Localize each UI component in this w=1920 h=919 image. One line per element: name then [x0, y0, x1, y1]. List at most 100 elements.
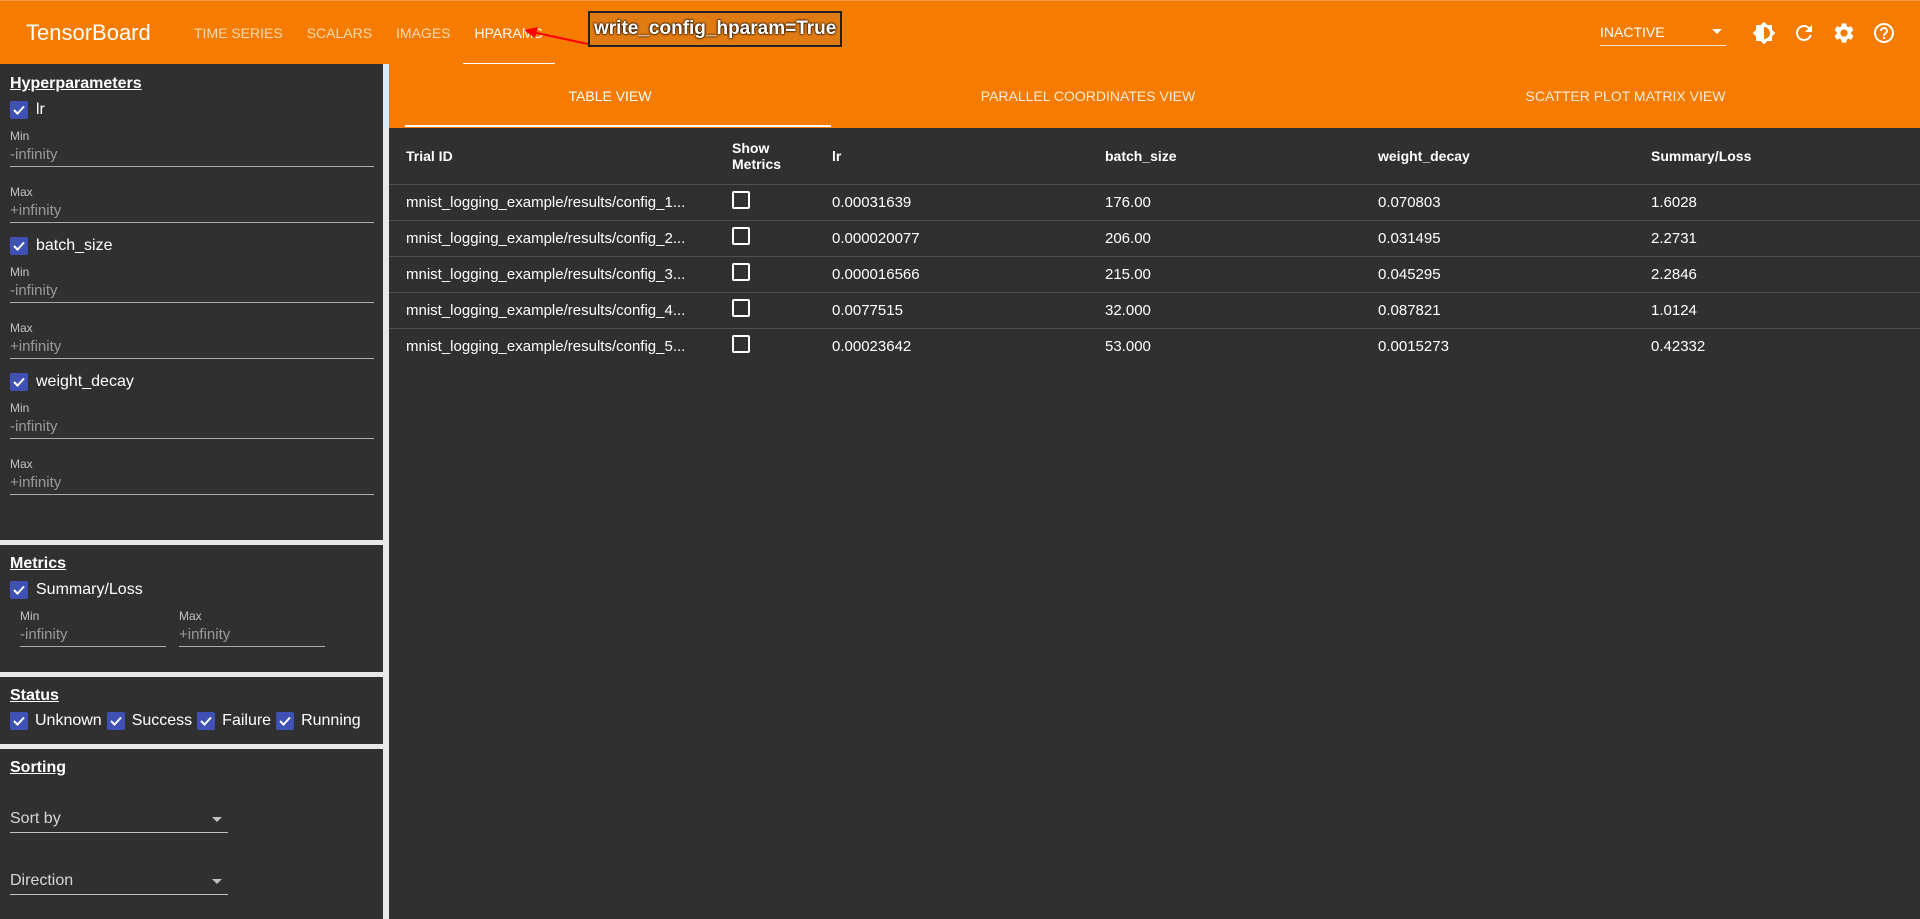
cell-batch-size: 176.00: [1105, 184, 1378, 221]
cell-lr: 0.00023642: [832, 328, 1105, 364]
header-summary-loss[interactable]: Summary/Loss: [1651, 128, 1920, 185]
refresh-icon[interactable]: [1784, 13, 1824, 53]
cell-batch-size: 206.00: [1105, 220, 1378, 257]
trials-table: Trial ID Show Metrics lr batch_size weig…: [389, 128, 1920, 364]
show-metrics-checkbox[interactable]: [732, 256, 832, 293]
app-title: TensorBoard: [26, 19, 151, 45]
min-label: Min: [10, 129, 30, 143]
metric-label: Summary/Loss: [36, 581, 143, 598]
cell-summary-loss: 0.42332: [1651, 328, 1920, 364]
tab-parallel-coordinates-view[interactable]: PARALLEL COORDINATES VIEW: [831, 64, 1345, 128]
cell-lr: 0.0077515: [832, 292, 1105, 329]
metrics-title: Metrics: [10, 555, 67, 572]
cell-summary-loss: 2.2846: [1651, 256, 1920, 293]
trials-table-container: Trial ID Show Metrics lr batch_size weig…: [389, 128, 1920, 364]
min-input[interactable]: -infinity: [10, 281, 374, 303]
status-running-checkbox[interactable]: [276, 712, 295, 730]
table-row: mnist_logging_example/results/config_4..…: [389, 292, 1920, 329]
direction-select[interactable]: Direction: [10, 871, 228, 895]
dropdown-arrow-icon: [212, 878, 222, 884]
metric-range: Min -infinity Max +infinity: [10, 609, 373, 647]
checkbox-unchecked-icon: [732, 299, 750, 318]
max-label: Max: [10, 321, 33, 335]
cell-weight-decay: 0.031495: [1378, 220, 1651, 257]
filter-sidebar: Hyperparameters lr Min -infinity Max +in…: [0, 64, 383, 919]
nav-tab-time-series[interactable]: TIME SERIES: [182, 1, 295, 65]
max-input[interactable]: +infinity: [179, 625, 325, 647]
metrics-section: Metrics Summary/Loss Min -infinity Max +…: [0, 545, 383, 647]
checkbox-checked-icon: [10, 373, 28, 391]
settings-icon[interactable]: [1824, 13, 1864, 53]
max-input[interactable]: +infinity: [10, 337, 374, 359]
top-app-bar: TensorBoard TIME SERIES SCALARS IMAGES H…: [0, 0, 1920, 65]
checkbox-checked-icon: [10, 101, 28, 119]
checkbox-unchecked-icon: [732, 191, 750, 210]
annotation-arrow-icon: [524, 27, 589, 45]
hparam-label: batch_size: [36, 237, 113, 254]
show-metrics-checkbox[interactable]: [732, 328, 832, 364]
metric-min: Min -infinity: [20, 609, 179, 647]
status-label: Running: [301, 712, 361, 729]
sorting-title: Sorting: [10, 759, 66, 776]
brightness-icon[interactable]: [1744, 13, 1784, 53]
cell-trial-id: mnist_logging_example/results/config_4..…: [389, 292, 732, 329]
max-input[interactable]: +infinity: [10, 201, 374, 223]
header-show-metrics: Show Metrics: [732, 128, 832, 185]
metric-max: Max +infinity: [179, 609, 338, 647]
status-success-checkbox[interactable]: [106, 712, 125, 730]
show-metrics-checkbox[interactable]: [732, 220, 832, 257]
header-batch-size[interactable]: batch_size: [1105, 128, 1378, 185]
status-failure-checkbox[interactable]: [197, 712, 216, 730]
checkbox-unchecked-icon: [732, 227, 750, 246]
plugin-select[interactable]: INACTIVE: [1600, 20, 1726, 46]
nav-tab-images[interactable]: IMAGES: [384, 1, 462, 65]
tab-table-view[interactable]: TABLE VIEW: [389, 64, 831, 128]
min-label: Min: [10, 265, 30, 279]
checkbox-unchecked-icon: [732, 263, 750, 282]
tab-scatter-plot-matrix-view[interactable]: SCATTER PLOT MATRIX VIEW: [1345, 64, 1906, 128]
metric-checkbox-summary-loss[interactable]: Summary/Loss: [10, 579, 373, 601]
header-weight-decay[interactable]: weight_decay: [1378, 128, 1651, 185]
header-lr[interactable]: lr: [832, 128, 1105, 185]
cell-trial-id: mnist_logging_example/results/config_2..…: [389, 220, 732, 257]
min-input[interactable]: -infinity: [10, 145, 374, 167]
min-input[interactable]: -infinity: [20, 625, 166, 647]
table-row: mnist_logging_example/results/config_2..…: [389, 220, 1920, 257]
min-label: Min: [10, 401, 30, 415]
hparam-weight-decay-min: Min -infinity: [10, 401, 374, 439]
sort-by-label: Sort by: [10, 810, 61, 827]
nav-tab-scalars[interactable]: SCALARS: [295, 1, 384, 65]
sort-by-select[interactable]: Sort by: [10, 809, 228, 833]
dropdown-arrow-icon: [1712, 29, 1722, 34]
checkbox-checked-icon: [10, 237, 28, 255]
status-label: Unknown: [35, 712, 102, 729]
hparam-checkbox-lr[interactable]: lr: [10, 99, 373, 121]
help-icon[interactable]: [1864, 13, 1904, 53]
checkbox-unchecked-icon: [732, 335, 750, 354]
cell-lr: 0.000020077: [832, 220, 1105, 257]
hparam-checkbox-weight-decay[interactable]: weight_decay: [10, 371, 373, 393]
status-title: Status: [10, 687, 59, 704]
status-label: Failure: [222, 712, 272, 729]
show-metrics-checkbox[interactable]: [732, 184, 832, 221]
table-header-row: Trial ID Show Metrics lr batch_size weig…: [389, 128, 1920, 185]
cell-trial-id: mnist_logging_example/results/config_3..…: [389, 256, 732, 293]
hparam-checkbox-batch-size[interactable]: batch_size: [10, 235, 373, 257]
hparam-batch-size-max: Max +infinity: [10, 321, 374, 359]
show-metrics-checkbox[interactable]: [732, 292, 832, 329]
hyperparameters-section: Hyperparameters lr Min -infinity Max +in…: [0, 64, 383, 495]
top-right-controls: INACTIVE: [1600, 1, 1920, 65]
cell-batch-size: 53.000: [1105, 328, 1378, 364]
hparam-label: lr: [36, 101, 45, 118]
header-show-line1: Show: [732, 140, 770, 156]
header-show-line2: Metrics: [732, 156, 782, 172]
cell-weight-decay: 0.087821: [1378, 292, 1651, 329]
cell-weight-decay: 0.045295: [1378, 256, 1651, 293]
max-input[interactable]: +infinity: [10, 473, 374, 495]
header-trial-id[interactable]: Trial ID: [389, 128, 732, 185]
cell-batch-size: 32.000: [1105, 292, 1378, 329]
status-unknown-checkbox[interactable]: [10, 712, 28, 730]
min-input[interactable]: -infinity: [10, 417, 374, 439]
hparam-batch-size-min: Min -infinity: [10, 265, 374, 303]
nav-tabs: TIME SERIES SCALARS IMAGES HPARAMS: [182, 1, 555, 65]
